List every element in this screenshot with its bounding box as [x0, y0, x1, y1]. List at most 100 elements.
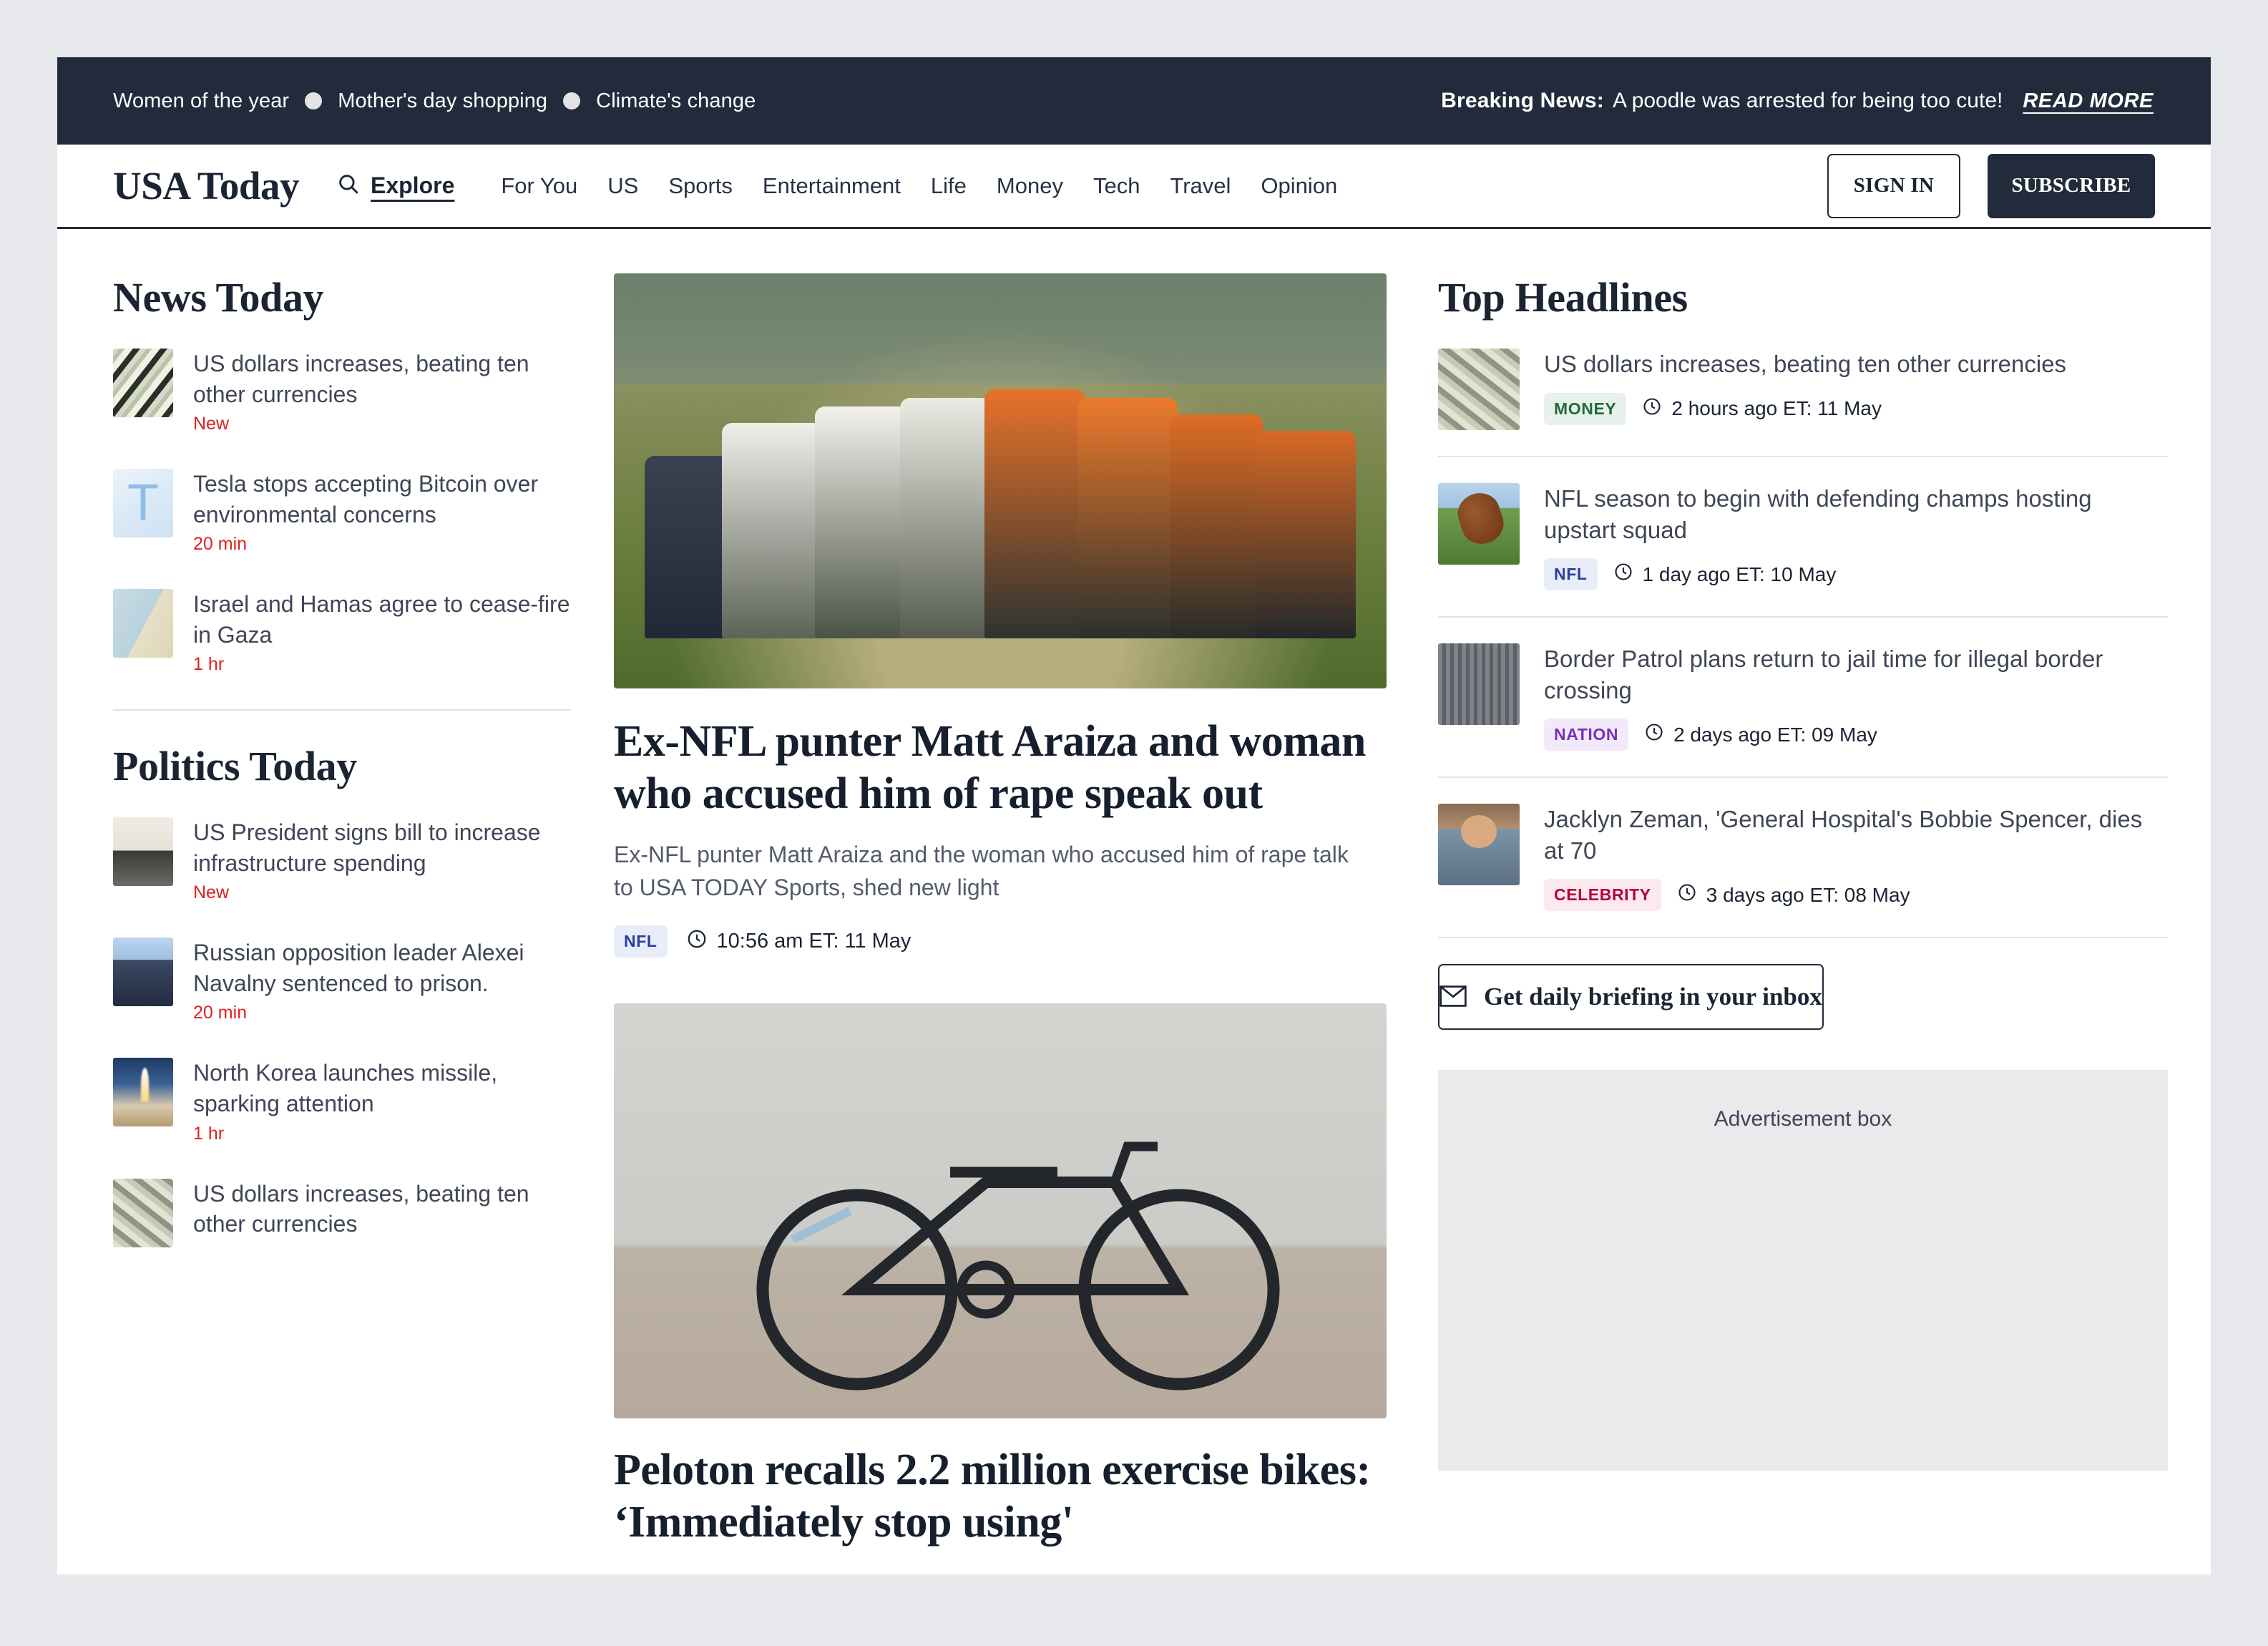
clock-icon: [686, 928, 708, 955]
list-item[interactable]: US dollars increases, beating ten other …: [113, 1178, 571, 1247]
category-badge[interactable]: CELEBRITY: [1544, 879, 1661, 912]
timestamp-text: 2 hours ago ET: 11 May: [1671, 397, 1882, 420]
thumbnail-image: [1438, 483, 1520, 565]
nav-link-life[interactable]: Life: [916, 173, 982, 199]
nav-link-sports[interactable]: Sports: [653, 173, 748, 199]
clock-icon: [1613, 562, 1633, 587]
sign-in-button[interactable]: SIGN IN: [1827, 153, 1960, 218]
timestamp-text: 1 day ago ET: 10 May: [1642, 563, 1837, 585]
category-badge[interactable]: NFL: [1544, 558, 1598, 591]
timestamp: 3 days ago ET: 08 May: [1677, 882, 1910, 907]
trending-topic-1[interactable]: Women of the year: [113, 89, 289, 113]
nav-link-for-you[interactable]: For You: [486, 173, 592, 199]
list-item[interactable]: Israel and Hamas agree to cease-fire in …: [113, 589, 571, 675]
list-item[interactable]: Border Patrol plans return to jail time …: [1438, 643, 2168, 776]
thumbnail-image: [113, 589, 173, 658]
nav-actions: SIGN IN SUBSCRIBE: [1827, 153, 2155, 218]
clock-icon: [1642, 396, 1662, 422]
list-item-headline: US dollars increases, beating ten other …: [193, 1180, 529, 1237]
list-item[interactable]: US dollars increases, beating ten other …: [1438, 349, 2168, 456]
read-more-link[interactable]: READ MORE: [2023, 89, 2154, 113]
main-navigation-bar: USA Today Explore For You US Sports Ente…: [57, 145, 2211, 229]
list-item-headline: US dollars increases, beating ten other …: [1544, 351, 2067, 377]
hero-article-summary: Ex-NFL punter Matt Araiza and the woman …: [614, 842, 1349, 900]
timestamp-text: 10:56 am ET: 11 May: [716, 930, 911, 953]
thumbnail-image: [113, 349, 173, 417]
subscribe-button[interactable]: SUBSCRIBE: [1988, 153, 2155, 218]
list-item-timestamp: New: [193, 882, 230, 903]
divider: [1438, 456, 2168, 457]
breaking-news-text: A poodle was arrested for being too cute…: [1613, 89, 2003, 112]
timestamp-text: 2 days ago ET: 09 May: [1673, 723, 1877, 746]
list-item-headline: NFL season to begin with defending champ…: [1544, 485, 2092, 543]
breaking-news-banner: Breaking News: A poodle was arrested for…: [1441, 89, 2154, 113]
page-content: News Today US dollars increases, beating…: [57, 229, 2211, 1549]
envelope-icon: [1440, 985, 1467, 1009]
list-item[interactable]: Jacklyn Zeman, 'General Hospital's Bobbi…: [1438, 804, 2168, 937]
nav-link-money[interactable]: Money: [982, 173, 1078, 199]
nav-link-tech[interactable]: Tech: [1078, 173, 1155, 199]
section-divider: [113, 709, 571, 711]
main-stories-column: Ex-NFL punter Matt Araiza and woman who …: [614, 273, 1387, 1549]
usa-today-logo[interactable]: USA Today: [113, 163, 299, 208]
list-item-headline: Israel and Hamas agree to cease-fire in …: [193, 591, 570, 648]
trending-topic-3[interactable]: Climate's change: [596, 89, 756, 113]
nav-link-us[interactable]: US: [592, 173, 653, 199]
nav-link-entertainment[interactable]: Entertainment: [748, 173, 916, 199]
list-item-headline: Tesla stops accepting Bitcoin over envir…: [193, 471, 539, 527]
list-item-timestamp: 20 min: [193, 1003, 248, 1023]
list-item-timestamp: 20 min: [193, 534, 248, 555]
timestamp: 10:56 am ET: 11 May: [686, 928, 911, 955]
explore-search[interactable]: Explore: [336, 172, 454, 200]
list-item[interactable]: North Korea launches missile, sparking a…: [113, 1058, 571, 1144]
top-headlines-title: Top Headlines: [1438, 274, 1688, 321]
trending-topics: Women of the year Mother's day shopping …: [113, 89, 756, 113]
top-utility-bar: Women of the year Mother's day shopping …: [57, 57, 2211, 145]
trending-topic-2[interactable]: Mother's day shopping: [338, 89, 547, 113]
second-article-title[interactable]: Peloton recalls 2.2 million exercise bik…: [614, 1444, 1387, 1549]
list-item[interactable]: NFL season to begin with defending champ…: [1438, 483, 2168, 616]
timestamp: 2 days ago ET: 09 May: [1644, 722, 1877, 747]
search-icon: [336, 172, 361, 200]
hero-article-meta: NFL 10:56 am ET: 11 May: [614, 925, 1387, 958]
list-item-headline: US President signs bill to increase infr…: [193, 819, 541, 876]
list-item-headline: Border Patrol plans return to jail time …: [1544, 646, 2103, 703]
divider: [1438, 937, 2168, 939]
hero-article-image[interactable]: [614, 273, 1387, 688]
nav-link-opinion[interactable]: Opinion: [1246, 173, 1352, 199]
list-item-headline: Russian opposition leader Alexei Navalny…: [193, 940, 524, 996]
separator-dot-icon: [563, 92, 581, 109]
divider: [1438, 616, 2168, 618]
nav-links: For You US Sports Entertainment Life Mon…: [486, 173, 1352, 199]
thumbnail-image: [113, 1178, 173, 1247]
category-badge[interactable]: NFL: [614, 925, 668, 958]
timestamp: 1 day ago ET: 10 May: [1613, 562, 1837, 587]
thumbnail-image: [1438, 804, 1520, 886]
hero-article-title[interactable]: Ex-NFL punter Matt Araiza and woman who …: [614, 716, 1387, 820]
list-item-timestamp: 1 hr: [193, 1123, 225, 1144]
advertisement-box: Advertisement box: [1438, 1070, 2168, 1471]
second-article-image[interactable]: [614, 1003, 1387, 1419]
politics-today-title: Politics Today: [113, 743, 357, 790]
list-item[interactable]: Tesla stops accepting Bitcoin over envir…: [113, 469, 571, 555]
top-headlines-sidebar: Top Headlines US dollars increases, beat…: [1387, 273, 2168, 1549]
list-item-headline: Jacklyn Zeman, 'General Hospital's Bobbi…: [1544, 806, 2143, 864]
category-badge[interactable]: NATION: [1544, 719, 1629, 751]
list-item[interactable]: US dollars increases, beating ten other …: [113, 349, 571, 434]
thumbnail-image: [1438, 643, 1520, 726]
nav-link-travel[interactable]: Travel: [1155, 173, 1246, 199]
clock-icon: [1644, 722, 1664, 747]
list-item-headline: US dollars increases, beating ten other …: [193, 351, 529, 407]
thumbnail-image: [113, 817, 173, 887]
news-today-title: News Today: [113, 274, 324, 321]
category-badge[interactable]: MONEY: [1544, 392, 1627, 425]
thumbnail-image: [113, 469, 173, 538]
thumbnail-image: [1438, 349, 1520, 430]
list-item[interactable]: Russian opposition leader Alexei Navalny…: [113, 938, 571, 1023]
usa-today-homepage: Women of the year Mother's day shopping …: [57, 57, 2211, 1574]
clock-icon: [1677, 882, 1697, 907]
daily-briefing-button[interactable]: Get daily briefing in your inbox: [1438, 964, 1824, 1031]
list-item[interactable]: US President signs bill to increase infr…: [113, 817, 571, 903]
timestamp-text: 3 days ago ET: 08 May: [1706, 883, 1910, 906]
list-item-timestamp: New: [193, 414, 230, 434]
